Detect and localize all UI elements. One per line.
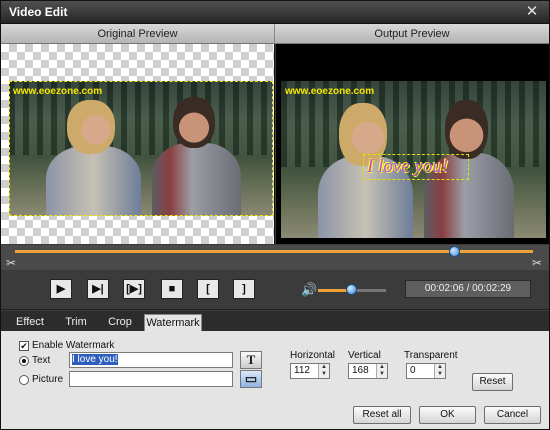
reset-all-button[interactable]: Reset all [353,406,411,424]
time-display: 00:02:06 / 00:02:29 [405,280,531,298]
watermark-preview-text: I love you! [367,156,449,177]
vertical-label: Vertical [348,350,381,361]
end-cut-icon[interactable]: ✂ [531,257,543,269]
transparent-label: Transparent [404,350,458,361]
window-title: Video Edit [9,5,68,19]
text-radio-label: Text [32,355,51,366]
original-preview-header: Original Preview [1,24,275,44]
title-bar: Video Edit ✕ [1,1,549,24]
volume-thumb[interactable] [346,284,357,295]
horizontal-spin-arrows[interactable]: ▲ ▼ [318,364,329,378]
horizontal-value: 112 [294,365,310,376]
start-cut-icon[interactable]: ✂ [5,257,17,269]
watermark-panel: ✔ Enable Watermark Text I love you! T Pi… [1,331,549,429]
next-frame-button[interactable]: [▶] [123,279,145,299]
vertical-spinbox[interactable]: 168 ▲ ▼ [348,363,388,379]
output-site-text: www.eoezone.com [285,86,375,97]
stop-button[interactable]: ■ [161,279,183,299]
tab-trim[interactable]: Trim [57,314,95,331]
mark-in-button[interactable]: [ [197,279,219,299]
font-settings-button[interactable]: T [240,351,262,369]
enable-watermark-checkbox[interactable]: ✔ [19,341,29,351]
close-icon[interactable]: ✕ [523,3,541,21]
horizontal-label: Horizontal [290,350,336,361]
tab-effect[interactable]: Effect [9,314,51,331]
timeline-thumb[interactable] [449,246,461,257]
horizontal-spinbox[interactable]: 112 ▲ ▼ [290,363,330,379]
crop-selection-box[interactable] [9,81,273,216]
volume-icon[interactable]: 🔊 [301,282,317,298]
playback-controls: ▶ ▶| [▶] ■ [ ] 🔊 00:02:06 / 00:02:29 [1,270,549,310]
vertical-value: 168 [352,365,369,376]
tab-crop[interactable]: Crop [102,314,138,331]
watermark-text-input[interactable]: I love you! [69,352,233,368]
mark-out-button[interactable]: ] [233,279,255,299]
output-preview-header: Output Preview [275,24,549,44]
timeline-bar: ✂ ✂ [1,245,549,270]
watermark-text-value: I love you! [72,354,118,365]
transparent-spin-arrows[interactable]: ▲ ▼ [434,364,445,378]
cancel-button[interactable]: Cancel [484,406,541,424]
transparent-value: 0 [410,365,416,376]
edit-tabs: Effect Trim Crop Watermark [1,311,549,331]
video-edit-window: Video Edit ✕ Original Preview Output Pre… [0,0,550,430]
play-button[interactable]: ▶ [50,279,72,299]
text-radio[interactable] [19,356,29,366]
step-forward-button[interactable]: ▶| [87,279,109,299]
output-video-frame: www.eoezone.com I love you! [281,81,546,238]
original-preview-pane: www.eoezone.com [1,44,275,244]
enable-watermark-label: Enable Watermark [32,340,115,351]
transparent-spinbox[interactable]: 0 ▲ ▼ [406,363,446,379]
tab-watermark[interactable]: Watermark [144,314,202,331]
output-preview-pane: www.eoezone.com I love you! [276,44,549,244]
picture-radio[interactable] [19,375,29,385]
watermark-box[interactable]: I love you! [363,154,469,180]
reset-button[interactable]: Reset [472,373,513,391]
picture-path-input[interactable] [69,371,233,387]
ok-button[interactable]: OK [419,406,476,424]
open-folder-icon[interactable]: ▭ [240,370,262,388]
picture-radio-label: Picture [32,374,64,385]
vertical-spin-arrows[interactable]: ▲ ▼ [376,364,387,378]
